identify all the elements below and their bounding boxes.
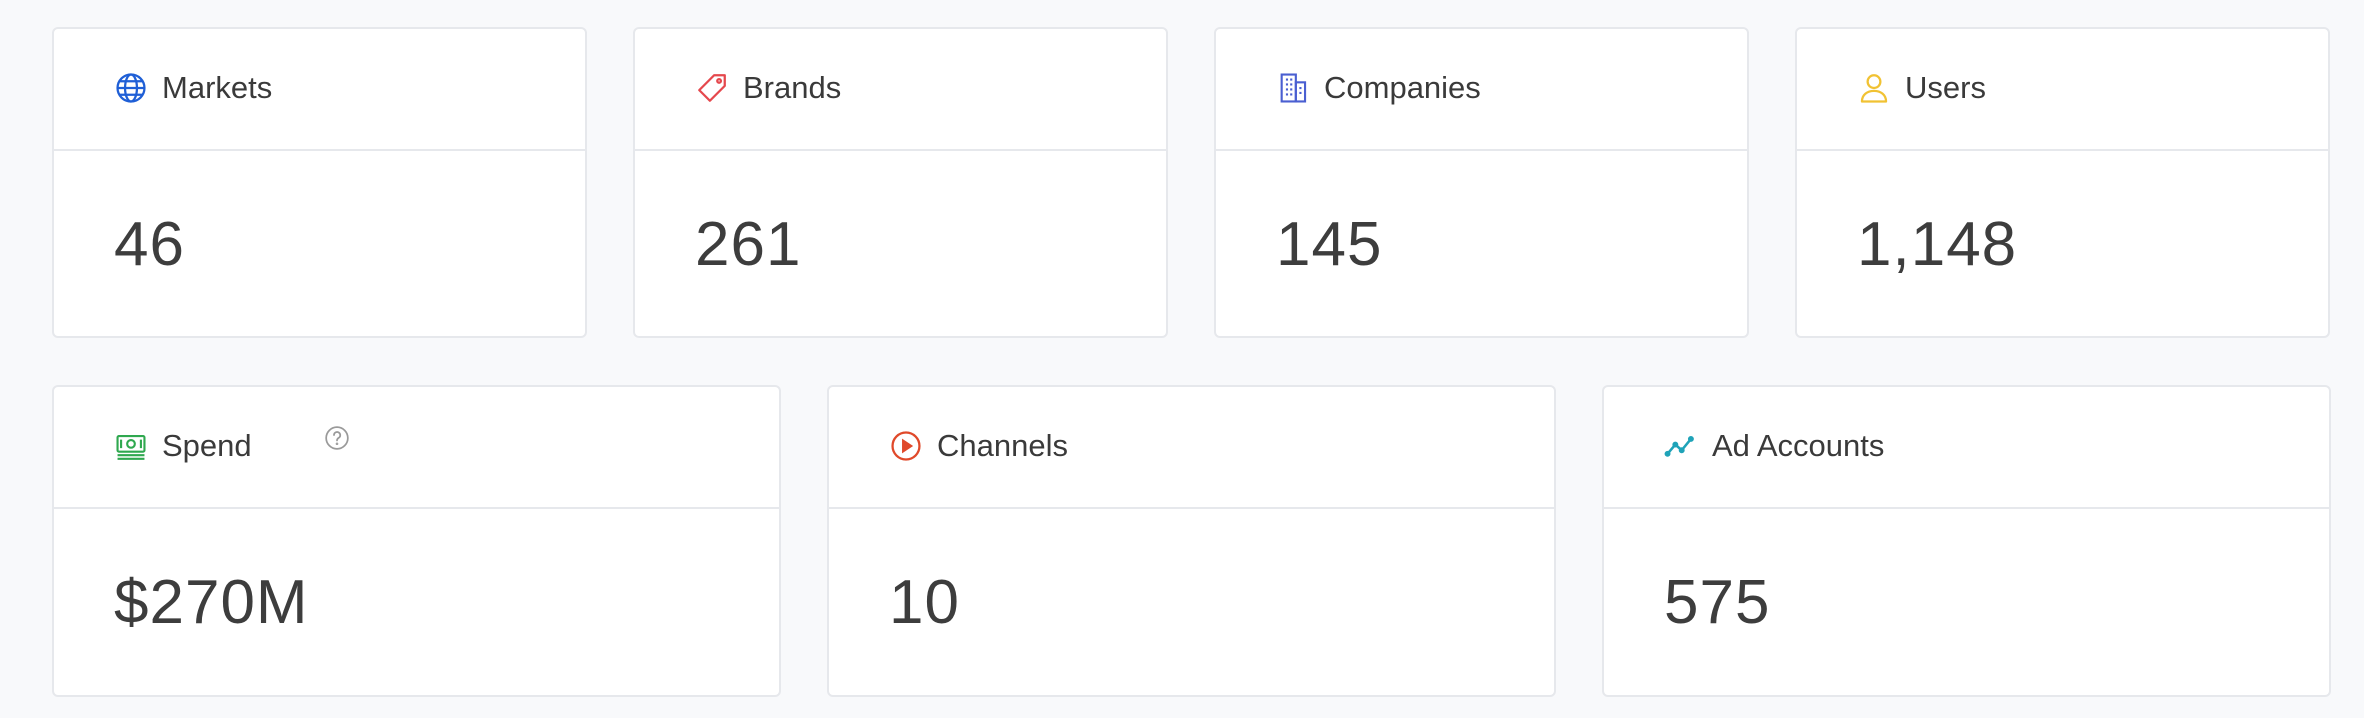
trend-line-icon — [1664, 429, 1698, 463]
users-card-header: Users — [1797, 29, 2328, 151]
cash-icon — [114, 429, 148, 463]
user-icon — [1857, 71, 1891, 105]
channels-title: Channels — [937, 428, 1068, 463]
tag-icon — [695, 71, 729, 105]
channels-card[interactable]: Channels 10 — [827, 385, 1556, 697]
building-icon — [1276, 71, 1310, 105]
ad-accounts-card-header: Ad Accounts — [1604, 387, 2329, 509]
markets-card[interactable]: Markets 46 — [52, 27, 587, 338]
spend-title: Spend — [162, 428, 252, 463]
markets-card-header: Markets — [54, 29, 585, 151]
spend-card[interactable]: Spend $270M — [52, 385, 781, 697]
ad-accounts-title: Ad Accounts — [1712, 428, 1885, 463]
channels-value: 10 — [889, 568, 960, 637]
companies-card[interactable]: Companies 145 — [1214, 27, 1749, 338]
companies-value: 145 — [1276, 210, 1383, 279]
ad-accounts-value: 575 — [1664, 568, 1771, 637]
users-card[interactable]: Users 1,148 — [1795, 27, 2330, 338]
spend-value: $270M — [114, 568, 309, 637]
brands-card-header: Brands — [635, 29, 1166, 151]
brands-value: 261 — [695, 210, 802, 279]
users-value: 1,148 — [1857, 210, 2018, 279]
brands-card[interactable]: Brands 261 — [633, 27, 1168, 338]
markets-value: 46 — [114, 210, 185, 279]
markets-title: Markets — [162, 70, 273, 105]
companies-card-header: Companies — [1216, 29, 1747, 151]
spend-card-header: Spend — [54, 387, 779, 509]
play-circle-icon — [889, 429, 923, 463]
globe-icon — [114, 71, 148, 105]
ad-accounts-card[interactable]: Ad Accounts 575 — [1602, 385, 2331, 697]
users-title: Users — [1905, 70, 1986, 105]
brands-title: Brands — [743, 70, 842, 105]
companies-title: Companies — [1324, 70, 1481, 105]
question-circle-icon[interactable] — [324, 425, 350, 451]
channels-card-header: Channels — [829, 387, 1554, 509]
